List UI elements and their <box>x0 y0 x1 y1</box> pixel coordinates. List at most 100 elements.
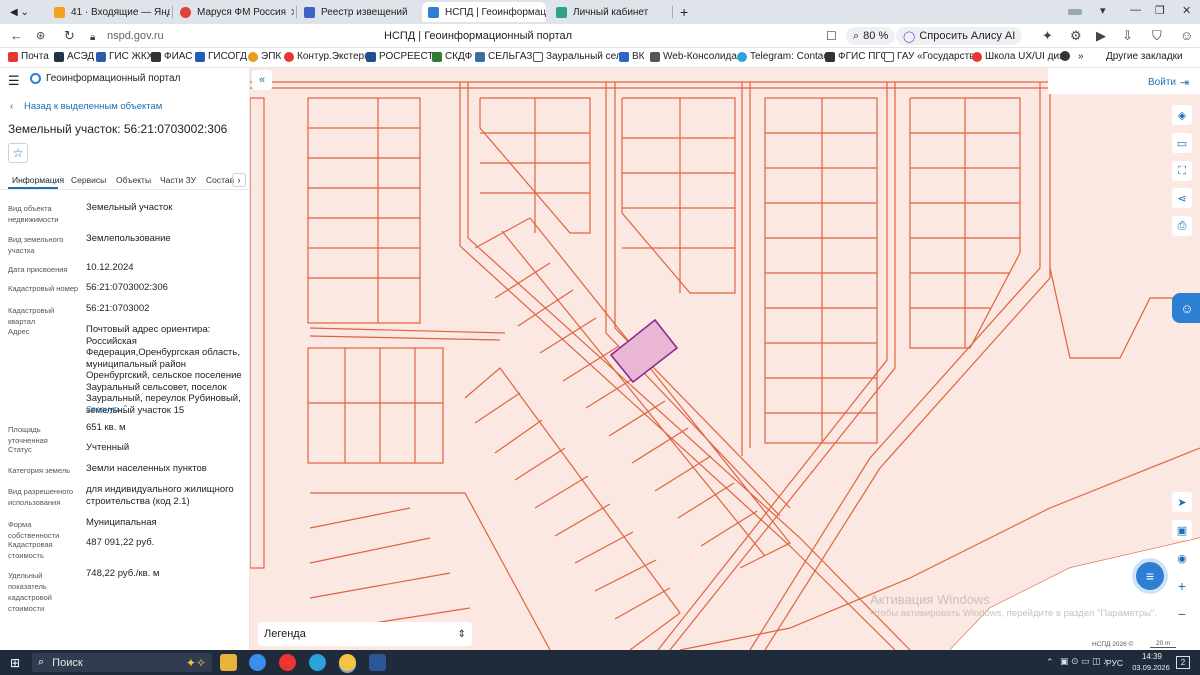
parcel-layer[interactable] <box>250 68 1200 650</box>
bookmark-item[interactable]: ГИС ЖКХ <box>96 51 153 62</box>
tab-marusya[interactable]: Маруся ФМ Россия ✕ <box>174 2 294 22</box>
close-window-icon[interactable]: ✕ <box>1182 4 1191 17</box>
tab-services[interactable]: Сервисы <box>71 175 106 185</box>
new-tab-button[interactable]: + <box>674 2 694 22</box>
bookmark-item[interactable]: АСЭД <box>54 51 94 62</box>
print-icon[interactable]: ⎙ <box>1172 216 1192 236</box>
cadastral-map[interactable]: « Войти ⇥ ◈ ▭ ⛶ ⋖ ⎙ ☺ ➤ ▣ ◉ + − ≡ Актива… <box>250 68 1200 650</box>
bookmark-item[interactable]: СКДФ <box>432 51 472 62</box>
collapse-panel-icon[interactable]: « <box>252 70 272 90</box>
tab-cabinet[interactable]: Личный кабинет <box>550 2 670 22</box>
mail-icon <box>54 6 65 18</box>
favorite-star-icon[interactable]: ☆ <box>8 143 28 163</box>
tab-label: НСПД | Геоинформаци <box>445 6 546 18</box>
map-mode-icon[interactable]: ▣ <box>1172 520 1192 540</box>
zoom-indicator[interactable]: ⌕ 80 % <box>846 27 896 45</box>
maximize-icon[interactable]: ❐ <box>1155 4 1165 17</box>
windows-start-icon[interactable]: ⊞ <box>10 656 20 670</box>
collapse-link[interactable]: Свернуть <box>86 405 121 414</box>
nspd-icon <box>428 6 439 18</box>
notification-badge[interactable]: 2 <box>1176 656 1190 669</box>
login-icon[interactable]: ⇥ <box>1180 76 1189 89</box>
field-value: 651 кв. м <box>86 422 126 433</box>
bookmark-item[interactable]: Школа UX/UI диз <box>972 51 1064 62</box>
tray-network-icon[interactable]: ▣ ⊙ ▭ ◫ ♪ <box>1060 656 1108 667</box>
chrome-icon[interactable] <box>249 654 266 671</box>
tabs-scroll-right-icon[interactable]: › <box>232 173 246 187</box>
taskbar-search[interactable]: ⌕ Поиск ✦✧ <box>32 653 212 672</box>
pin-icon[interactable]: ◉ <box>1172 548 1192 568</box>
select-area-icon[interactable]: ⛶ <box>1172 161 1192 181</box>
tab-objects[interactable]: Объекты <box>116 175 151 185</box>
tray-chevron-icon[interactable]: ⌃ <box>1046 657 1054 668</box>
chevron-left-icon[interactable]: ‹ <box>10 101 13 112</box>
field-label: Вид разрешенного использования <box>8 487 74 507</box>
share-icon[interactable]: ⋖ <box>1172 188 1192 208</box>
measure-icon[interactable]: ▭ <box>1172 133 1192 153</box>
zoom-out-button[interactable]: − <box>1172 604 1192 624</box>
close-icon[interactable]: ✕ <box>286 6 294 19</box>
yandex-icon[interactable] <box>279 654 296 671</box>
bookmark-item[interactable]: Контур.Экстерн <box>284 51 370 62</box>
bookmark-manager-icon[interactable]: ▾ <box>1100 4 1106 17</box>
clock-time[interactable]: 14:39 <box>1134 652 1170 661</box>
bookmark-item[interactable]: ГАУ «Государств <box>884 51 975 62</box>
bookmark-item[interactable]: Telegram: Contact <box>737 51 831 62</box>
geolocation-icon[interactable]: ➤ <box>1172 492 1192 512</box>
extension-icon[interactable]: ✦ <box>1042 28 1053 44</box>
profile-icon[interactable]: ☺ <box>1180 28 1193 44</box>
menu-icon[interactable]: ☰ <box>8 73 20 89</box>
assistant-chat-button[interactable]: ≡ <box>1132 558 1168 594</box>
chevron-up-icon[interactable]: ⌃ <box>122 404 129 413</box>
ask-alice-button[interactable]: ◯ Спросить Алису AI <box>896 27 1023 45</box>
legend-dropdown[interactable]: Легенда ⇕ <box>258 622 472 646</box>
sidebar-toggle[interactable]: ◀ ⌄ <box>4 2 44 22</box>
bookmark-icon[interactable]: ☐ <box>826 28 837 44</box>
field-label: Кадастровый номер <box>8 284 79 293</box>
bookmark-item[interactable]: Зауральный сель <box>533 51 627 62</box>
field-value: Земельный участок <box>86 202 173 213</box>
bookmark-item[interactable]: Web-Консолида <box>650 51 737 62</box>
zoom-in-button[interactable]: + <box>1172 576 1192 596</box>
tab-label: Личный кабинет <box>573 6 649 18</box>
play-icon[interactable]: ▶ <box>1096 28 1106 44</box>
back-link[interactable]: Назад к выделенным объектам <box>24 101 162 112</box>
back-icon[interactable]: ← <box>10 28 23 44</box>
bookmark-item[interactable]: ЭПК <box>248 51 281 62</box>
tab-mail[interactable]: 41 · Входящие — Яндекс ✕ <box>48 2 170 22</box>
field-label: Категория земель <box>8 466 71 475</box>
chat-bot-icon[interactable]: ☺ <box>1172 293 1200 323</box>
minimize-icon[interactable]: — <box>1130 4 1141 16</box>
file-explorer-icon[interactable] <box>220 654 237 671</box>
tab-nspd[interactable]: НСПД | Геоинформаци ✕ <box>422 2 546 22</box>
yandex-browser-icon[interactable] <box>339 654 356 671</box>
url-field[interactable]: nspd.gov.ru <box>107 30 164 42</box>
layers-icon[interactable]: ◈ <box>1172 105 1192 125</box>
bookmark-item[interactable]: ФГИС ПГС <box>825 51 888 62</box>
shield-icon[interactable]: ⛉ <box>1152 28 1162 44</box>
bookmark-item[interactable]: Почта <box>8 51 49 62</box>
download-icon[interactable]: ⇩ <box>1122 28 1133 44</box>
tab-info[interactable]: Информация <box>12 175 64 185</box>
bookmark-item[interactable]: РОСРЕЕСТР <box>366 51 440 62</box>
tab-registry[interactable]: Реестр извещений <box>298 2 420 22</box>
tab-strip-icon[interactable] <box>1068 9 1082 15</box>
bookmark-item[interactable]: СЕЛЬГАЗ <box>475 51 532 62</box>
telegram-icon[interactable] <box>309 654 326 671</box>
language-indicator[interactable]: РУС <box>1106 658 1123 668</box>
bookmark-item[interactable]: ФИАС <box>151 51 192 62</box>
other-bookmarks[interactable]: Другие закладки <box>1106 51 1183 62</box>
reload-icon[interactable]: ↻ <box>64 28 75 44</box>
tab-parts[interactable]: Части ЗУ <box>160 175 196 185</box>
clock-date[interactable]: 03.09.2026 <box>1128 663 1174 672</box>
bookmark-item[interactable]: ВК <box>619 51 645 62</box>
extension-icon[interactable]: ⊛ <box>36 28 45 44</box>
tab-composition[interactable]: Состав <box>206 175 234 185</box>
more-bookmarks-button[interactable]: » <box>1078 51 1084 62</box>
puzzle-icon[interactable]: ⚙ <box>1070 28 1082 44</box>
word-icon[interactable] <box>369 654 386 671</box>
bookmark-item[interactable]: ГИСОГД <box>195 51 247 62</box>
login-button[interactable]: Войти <box>1148 77 1176 88</box>
bookmark-item[interactable] <box>1060 51 1073 61</box>
field-value: 56:21:0703002:306 <box>86 282 168 293</box>
